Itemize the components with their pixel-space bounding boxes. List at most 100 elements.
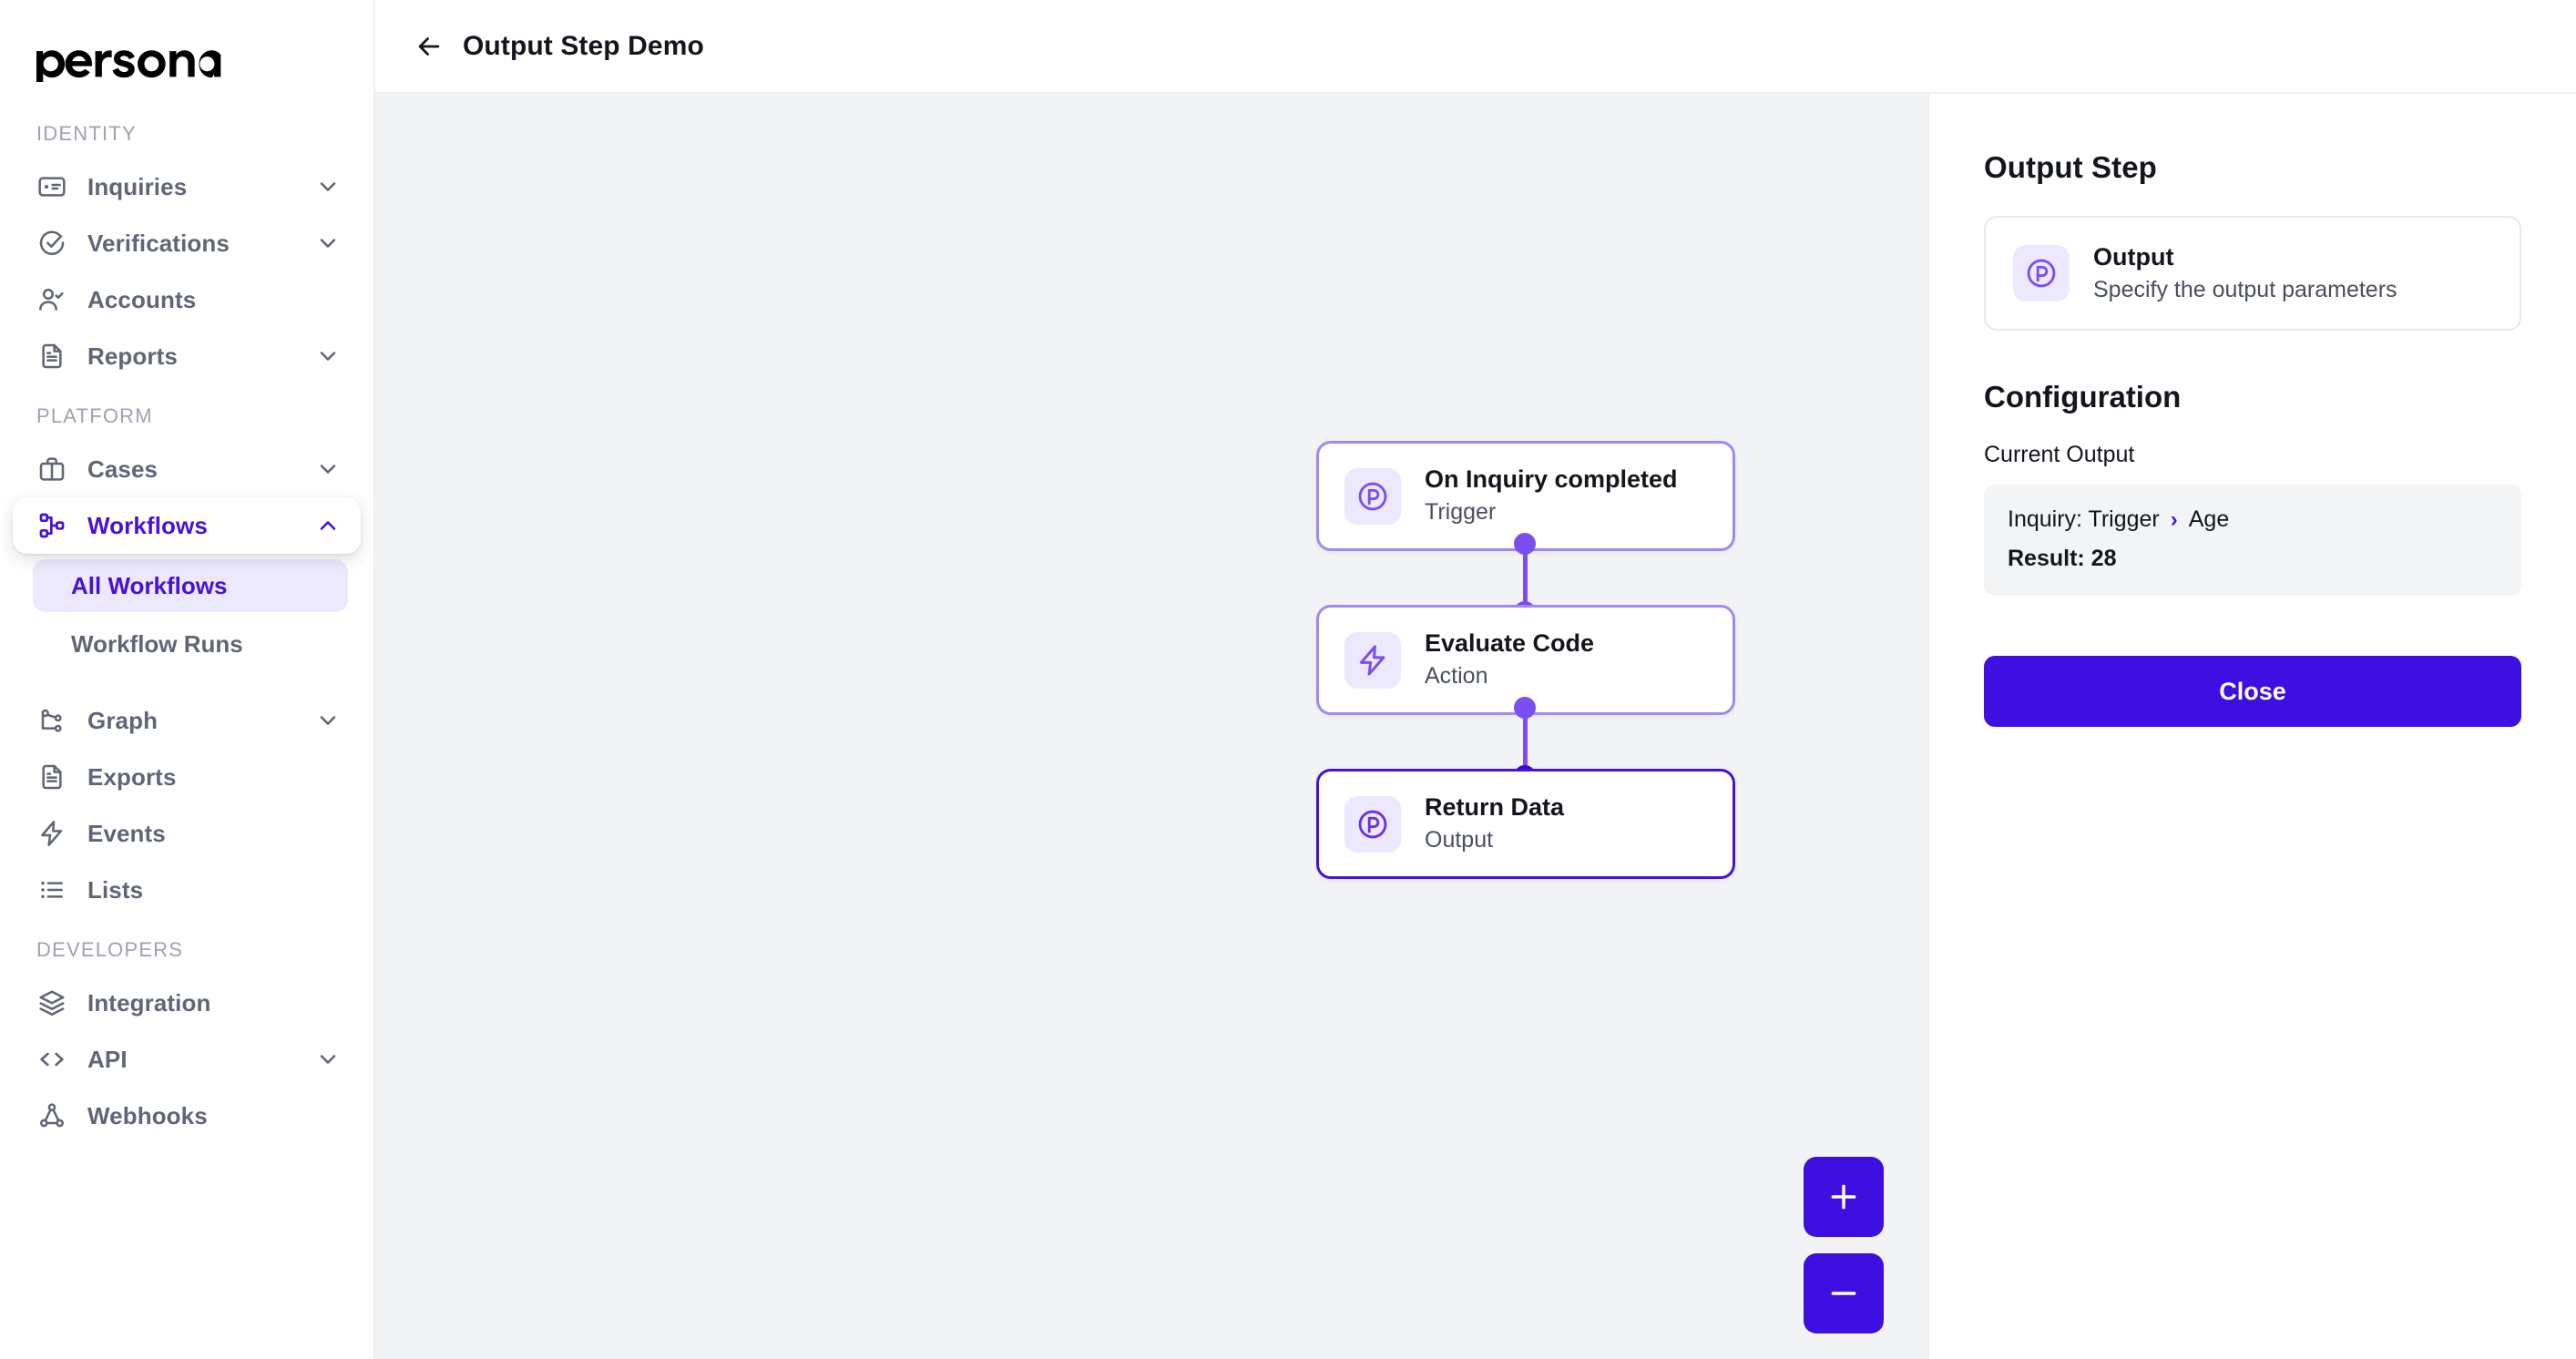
sidebar-item-verifications[interactable]: Verifications bbox=[13, 215, 361, 271]
sidebar-item-accounts[interactable]: Accounts bbox=[13, 271, 361, 328]
webhook-icon bbox=[36, 1100, 67, 1131]
sidebar-item-workflows[interactable]: Workflows bbox=[13, 497, 361, 554]
sidebar-item-lists[interactable]: Lists bbox=[13, 862, 361, 918]
sidebar-item-exports[interactable]: Exports bbox=[13, 749, 361, 805]
workflow-icon bbox=[36, 510, 67, 541]
check-circle-icon bbox=[36, 228, 67, 259]
output-path-source: Inquiry: Trigger bbox=[2008, 506, 2160, 532]
output-result: Result: 28 bbox=[2008, 546, 2117, 571]
persona-wordmark-icon bbox=[36, 50, 221, 82]
nav-section-developers: DEVELOPERS bbox=[36, 938, 184, 961]
sidebar-item-inquiries[interactable]: Inquiries bbox=[13, 158, 361, 215]
sidebar-item-reports[interactable]: Reports bbox=[13, 328, 361, 384]
sidebar-item-webhooks[interactable]: Webhooks bbox=[13, 1088, 361, 1144]
briefcase-icon bbox=[36, 454, 67, 485]
output-path: Inquiry: Trigger › Age bbox=[2008, 506, 2498, 533]
sidebar-item-label: Cases bbox=[87, 455, 158, 483]
details-panel-heading: Output Step bbox=[1984, 150, 2157, 184]
id-card-icon bbox=[36, 171, 67, 202]
details-panel: Output Step Output Specify the output pa… bbox=[1927, 94, 2576, 1359]
node-title: Evaluate Code bbox=[1425, 628, 1595, 657]
chevron-down-icon[interactable] bbox=[315, 230, 341, 256]
step-type-subtitle: Specify the output parameters bbox=[2093, 277, 2397, 302]
node-subtitle: Trigger bbox=[1425, 498, 1497, 525]
graph-icon bbox=[36, 705, 67, 736]
sidebar-item-label: Reports bbox=[87, 342, 178, 370]
bolt-icon bbox=[36, 818, 67, 849]
sidebar-subitem-workflow-runs[interactable]: Workflow Runs bbox=[33, 618, 348, 670]
workflow-connector bbox=[1316, 533, 1735, 623]
sidebar-item-label: Webhooks bbox=[87, 1101, 208, 1129]
workflow-node-output[interactable]: Return Data Output bbox=[1316, 769, 1735, 879]
chevron-down-icon[interactable] bbox=[315, 343, 341, 369]
sidebar-item-integration[interactable]: Integration bbox=[13, 975, 361, 1031]
page-title: Output Step Demo bbox=[463, 30, 704, 61]
node-subtitle: Output bbox=[1425, 826, 1494, 853]
plus-icon bbox=[1831, 1184, 1856, 1210]
code-icon bbox=[36, 1044, 67, 1075]
current-output-box[interactable]: Inquiry: Trigger › Age Result: 28 bbox=[1984, 485, 2521, 596]
sidebar-item-label: Integration bbox=[87, 988, 211, 1017]
workflow-canvas[interactable]: On Inquiry completed Trigger Evaluate Co… bbox=[375, 94, 1927, 1359]
sidebar-item-label: Exports bbox=[87, 762, 177, 791]
chevron-down-icon[interactable] bbox=[315, 1047, 341, 1072]
nav-section-platform: PLATFORM bbox=[36, 404, 153, 427]
persona-mark-icon bbox=[1344, 795, 1401, 853]
step-type-text: Output Specify the output parameters bbox=[2093, 243, 2397, 303]
topbar: Output Step Demo bbox=[375, 0, 2576, 94]
sidebar-item-label: Events bbox=[87, 819, 166, 847]
connector-dot-source[interactable] bbox=[1514, 697, 1536, 719]
sidebar-item-label: Inquiries bbox=[87, 172, 188, 200]
zoom-controls bbox=[1804, 1157, 1884, 1333]
sidebar-item-label: Workflows bbox=[87, 511, 208, 539]
document-icon bbox=[36, 341, 67, 372]
chevron-up-icon[interactable] bbox=[315, 513, 341, 538]
body-row: On Inquiry completed Trigger Evaluate Co… bbox=[375, 94, 2576, 1359]
sidebar-nav: IDENTITY Inquiries Verifications Account… bbox=[0, 122, 373, 1144]
output-path-field: Age bbox=[2188, 506, 2230, 532]
sidebar-item-events[interactable]: Events bbox=[13, 805, 361, 862]
user-check-icon bbox=[36, 284, 67, 315]
minus-icon bbox=[1831, 1292, 1856, 1295]
sidebar-item-label: API bbox=[87, 1045, 128, 1073]
close-button[interactable]: Close bbox=[1984, 656, 2521, 727]
arrow-left-icon[interactable] bbox=[414, 31, 445, 62]
document-icon bbox=[36, 761, 67, 792]
layers-icon bbox=[36, 987, 67, 1018]
chevron-down-icon[interactable] bbox=[315, 456, 341, 482]
brand-logo[interactable] bbox=[0, 0, 373, 102]
sidebar-item-api[interactable]: API bbox=[13, 1031, 361, 1088]
node-text: Evaluate Code Action bbox=[1425, 628, 1594, 692]
node-text: On Inquiry completed Trigger bbox=[1425, 465, 1678, 528]
current-output-label: Current Output bbox=[1984, 442, 2135, 467]
sidebar-item-cases[interactable]: Cases bbox=[13, 441, 361, 497]
sidebar-item-label: Accounts bbox=[87, 285, 197, 313]
step-type-title: Output bbox=[2093, 243, 2174, 271]
bolt-icon bbox=[1344, 631, 1401, 689]
chevron-down-icon[interactable] bbox=[315, 708, 341, 733]
node-subtitle: Action bbox=[1425, 662, 1488, 689]
connector-dot-source[interactable] bbox=[1514, 533, 1536, 555]
chevron-right-icon: › bbox=[2170, 506, 2178, 532]
main-column: Output Step Demo On Inquiry completed Tr… bbox=[375, 0, 2576, 1359]
sidebar-item-label: Verifications bbox=[87, 229, 230, 257]
node-title: On Inquiry completed bbox=[1425, 465, 1678, 493]
sidebar-item-label: Graph bbox=[87, 706, 158, 734]
zoom-out-button[interactable] bbox=[1804, 1253, 1884, 1333]
node-text: Return Data Output bbox=[1425, 792, 1564, 856]
sidebar-item-graph[interactable]: Graph bbox=[13, 692, 361, 749]
step-type-card[interactable]: Output Specify the output parameters bbox=[1984, 216, 2521, 331]
sidebar: IDENTITY Inquiries Verifications Account… bbox=[0, 0, 375, 1359]
persona-mark-icon bbox=[2013, 245, 2070, 301]
list-icon bbox=[36, 874, 67, 905]
sidebar-subitem-all-workflows[interactable]: All Workflows bbox=[33, 559, 348, 612]
persona-mark-icon bbox=[1344, 467, 1401, 525]
configuration-heading: Configuration bbox=[1984, 380, 2182, 414]
chevron-down-icon[interactable] bbox=[315, 174, 341, 199]
nav-section-identity: IDENTITY bbox=[36, 122, 137, 145]
workflow-graph: On Inquiry completed Trigger Evaluate Co… bbox=[1316, 441, 1735, 879]
zoom-in-button[interactable] bbox=[1804, 1157, 1884, 1237]
workflow-connector bbox=[1316, 697, 1735, 787]
node-title: Return Data bbox=[1425, 792, 1565, 821]
sidebar-item-label: Lists bbox=[87, 875, 144, 904]
